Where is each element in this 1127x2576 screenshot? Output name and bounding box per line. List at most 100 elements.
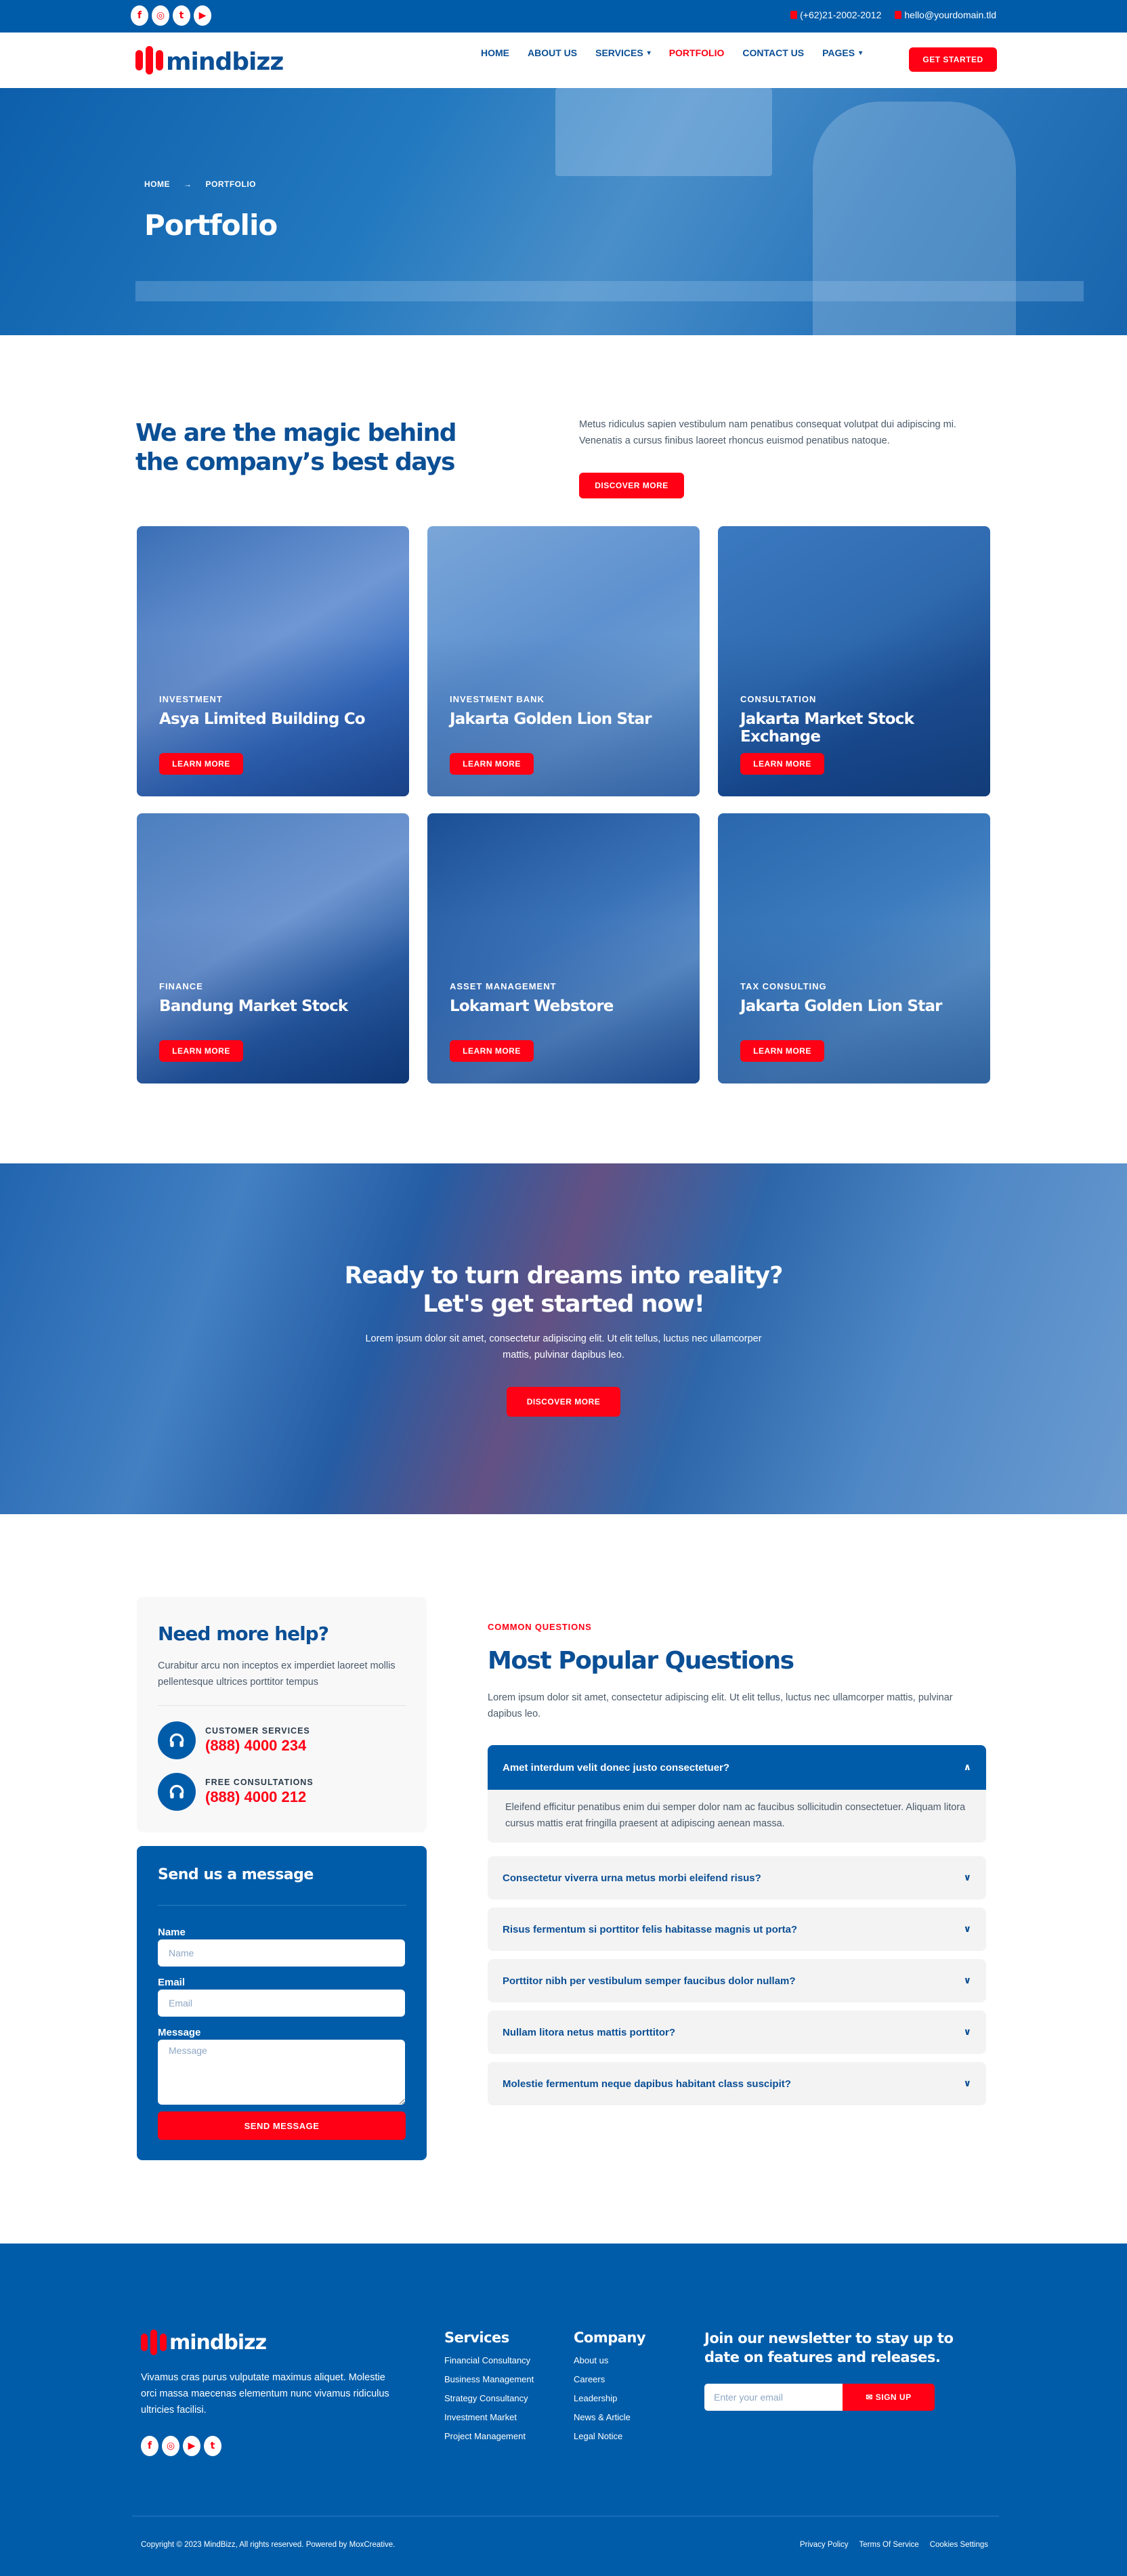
footer-link[interactable]: Careers — [574, 2374, 645, 2384]
faq-item[interactable]: Risus fermentum si porttitor felis habit… — [488, 1908, 986, 1951]
twitter-icon[interactable]: t — [173, 5, 190, 26]
faq-question[interactable]: Consectetur viverra urna metus morbi ele… — [488, 1856, 986, 1899]
chevron-down-icon: ∨ — [963, 1872, 971, 1883]
copyright: Copyright © 2023 MindBizz, All rights re… — [141, 2541, 396, 2549]
chevron-down-icon: ∨ — [963, 2078, 971, 2089]
nav-pages[interactable]: PAGES ▾ — [822, 47, 862, 58]
chevron-down-icon: ▾ — [859, 49, 863, 57]
message-label: Message — [158, 2027, 201, 2038]
facebook-icon[interactable]: f — [131, 5, 148, 26]
card-category: TAX CONSULTING — [740, 981, 827, 991]
learn-more-button[interactable]: LEARN MORE — [450, 1040, 534, 1062]
faq-item[interactable]: Porttitor nibh per vestibulum semper fau… — [488, 1959, 986, 2002]
faq-question[interactable]: Amet interdum velit donec justo consecte… — [488, 1745, 986, 1790]
portfolio-card[interactable]: INVESTMENT BANK Jakarta Golden Lion Star… — [427, 526, 700, 796]
cookies-settings-link[interactable]: Cookies Settings — [930, 2541, 988, 2549]
footer-link[interactable]: Investment Market — [444, 2412, 534, 2422]
faq-item-open: Amet interdum velit donec justo consecte… — [488, 1745, 986, 1843]
help-box: Need more help? Curabitur arcu non incep… — [137, 1597, 427, 1832]
divider — [158, 1905, 406, 1906]
headphones-icon — [158, 1773, 196, 1811]
logo-mark-icon — [141, 2330, 167, 2355]
faq-item[interactable]: Nullam litora netus mattis porttitor? ∨ — [488, 2011, 986, 2054]
card-title: Jakarta Market Stock Exchange — [740, 710, 914, 746]
portfolio-grid: INVESTMENT Asya Limited Building Co LEAR… — [137, 526, 990, 1083]
message-field[interactable] — [158, 2040, 405, 2105]
footer-logo[interactable]: mindbizz — [141, 2330, 267, 2355]
get-started-button[interactable]: GET STARTED — [909, 47, 997, 72]
name-field[interactable] — [158, 1939, 405, 1967]
youtube-icon[interactable]: ▶ — [194, 5, 211, 26]
cta-discover-more-button[interactable]: DISCOVER MORE — [507, 1387, 620, 1417]
chevron-down-icon: ∨ — [963, 1924, 971, 1935]
discover-more-button[interactable]: DISCOVER MORE — [579, 473, 684, 498]
nav-about-us[interactable]: ABOUT US — [528, 47, 577, 58]
faq-eyebrow: COMMON QUESTIONS — [488, 1622, 592, 1632]
top-bar: f ◎ t ▶ (+62)21-2002-2012 hello@yourdoma… — [0, 0, 1127, 33]
top-phone[interactable]: (+62)21-2002-2012 — [790, 9, 881, 20]
breadcrumb-current: PORTFOLIO — [205, 179, 256, 189]
youtube-icon[interactable]: ▶ — [183, 2436, 200, 2456]
faq-question[interactable]: Risus fermentum si porttitor felis habit… — [488, 1908, 986, 1951]
instagram-icon[interactable]: ◎ — [162, 2436, 179, 2456]
footer-link[interactable]: Leadership — [574, 2393, 645, 2403]
faq-title: Most Popular Questions — [488, 1647, 794, 1675]
send-message-button[interactable]: SEND MESSAGE — [158, 2111, 406, 2140]
faq-item[interactable]: Consectetur viverra urna metus morbi ele… — [488, 1856, 986, 1899]
card-category: INVESTMENT BANK — [450, 694, 545, 704]
faq-question[interactable]: Porttitor nibh per vestibulum semper fau… — [488, 1959, 986, 2002]
terms-of-service-link[interactable]: Terms Of Service — [859, 2541, 919, 2549]
nav-contact-us[interactable]: CONTACT US — [742, 47, 804, 58]
cta-heading: Ready to turn dreams into reality? Let's … — [344, 1262, 784, 1318]
card-category: FINANCE — [159, 981, 203, 991]
footer-link[interactable]: News & Article — [574, 2412, 645, 2422]
portfolio-card[interactable]: TAX CONSULTING Jakarta Golden Lion Star … — [718, 813, 990, 1083]
newsletter-form: ✉ SIGN UP — [704, 2384, 935, 2411]
portfolio-card[interactable]: CONSULTATION Jakarta Market Stock Exchan… — [718, 526, 990, 796]
chevron-down-icon: ▾ — [647, 49, 651, 57]
email-field[interactable] — [158, 1990, 405, 2017]
contact-customer-services[interactable]: CUSTOMER SERVICES (888) 4000 234 — [158, 1721, 310, 1759]
breadcrumb-home[interactable]: HOME — [144, 179, 170, 189]
footer-link[interactable]: Business Management — [444, 2374, 534, 2384]
newsletter-email-input[interactable] — [704, 2384, 843, 2411]
footer-description: Vivamus cras purus vulputate maximus ali… — [141, 2372, 389, 2416]
faq-text: Lorem ipsum dolor sit amet, consectetur … — [488, 1692, 953, 1719]
twitter-icon[interactable]: t — [204, 2436, 221, 2456]
learn-more-button[interactable]: LEARN MORE — [740, 753, 824, 775]
nav-portfolio[interactable]: PORTFOLIO — [669, 47, 725, 58]
privacy-policy-link[interactable]: Privacy Policy — [800, 2541, 849, 2549]
portfolio-card[interactable]: ASSET MANAGEMENT Lokamart Webstore LEARN… — [427, 813, 700, 1083]
top-contact: (+62)21-2002-2012 hello@yourdomain.tld — [790, 9, 996, 20]
top-email[interactable]: hello@yourdomain.tld — [895, 9, 996, 20]
faq-question[interactable]: Nullam litora netus mattis porttitor? ∨ — [488, 2011, 986, 2054]
learn-more-button[interactable]: LEARN MORE — [740, 1040, 824, 1062]
nav-home[interactable]: HOME — [481, 47, 509, 58]
footer-link[interactable]: Project Management — [444, 2431, 534, 2441]
phone-icon — [790, 11, 798, 19]
site-logo[interactable]: mindbizz — [135, 46, 284, 74]
facebook-icon[interactable]: f — [141, 2436, 158, 2456]
portfolio-card[interactable]: FINANCE Bandung Market Stock LEARN MORE — [137, 813, 409, 1083]
nav-services[interactable]: SERVICES ▾ — [595, 47, 651, 58]
primary-nav: HOME ABOUT US SERVICES ▾ PORTFOLIO CONTAC… — [481, 47, 880, 58]
sign-up-button[interactable]: ✉ SIGN UP — [843, 2384, 935, 2411]
divider — [158, 1705, 406, 1706]
legal-links: Privacy Policy Terms Of Service Cookies … — [800, 2541, 988, 2549]
footer-link[interactable]: Strategy Consultancy — [444, 2393, 534, 2403]
cta-text: Lorem ipsum dolor sit amet, consectetur … — [365, 1333, 762, 1360]
learn-more-button[interactable]: LEARN MORE — [159, 1040, 243, 1062]
contact-form: Send us a message Name Email Message SEN… — [137, 1846, 427, 2160]
faq-question[interactable]: Molestie fermentum neque dapibus habitan… — [488, 2062, 986, 2105]
footer-link[interactable]: About us — [574, 2355, 645, 2365]
footer-link[interactable]: Financial Consultancy — [444, 2355, 534, 2365]
card-category: ASSET MANAGEMENT — [450, 981, 557, 991]
page-hero: HOME → PORTFOLIO Portfolio — [0, 88, 1127, 335]
instagram-icon[interactable]: ◎ — [152, 5, 169, 26]
footer-link[interactable]: Legal Notice — [574, 2431, 645, 2441]
portfolio-card[interactable]: INVESTMENT Asya Limited Building Co LEAR… — [137, 526, 409, 796]
learn-more-button[interactable]: LEARN MORE — [159, 753, 243, 775]
learn-more-button[interactable]: LEARN MORE — [450, 753, 534, 775]
contact-free-consultations[interactable]: FREE CONSULTATIONS (888) 4000 212 — [158, 1773, 314, 1811]
faq-item[interactable]: Molestie fermentum neque dapibus habitan… — [488, 2062, 986, 2105]
